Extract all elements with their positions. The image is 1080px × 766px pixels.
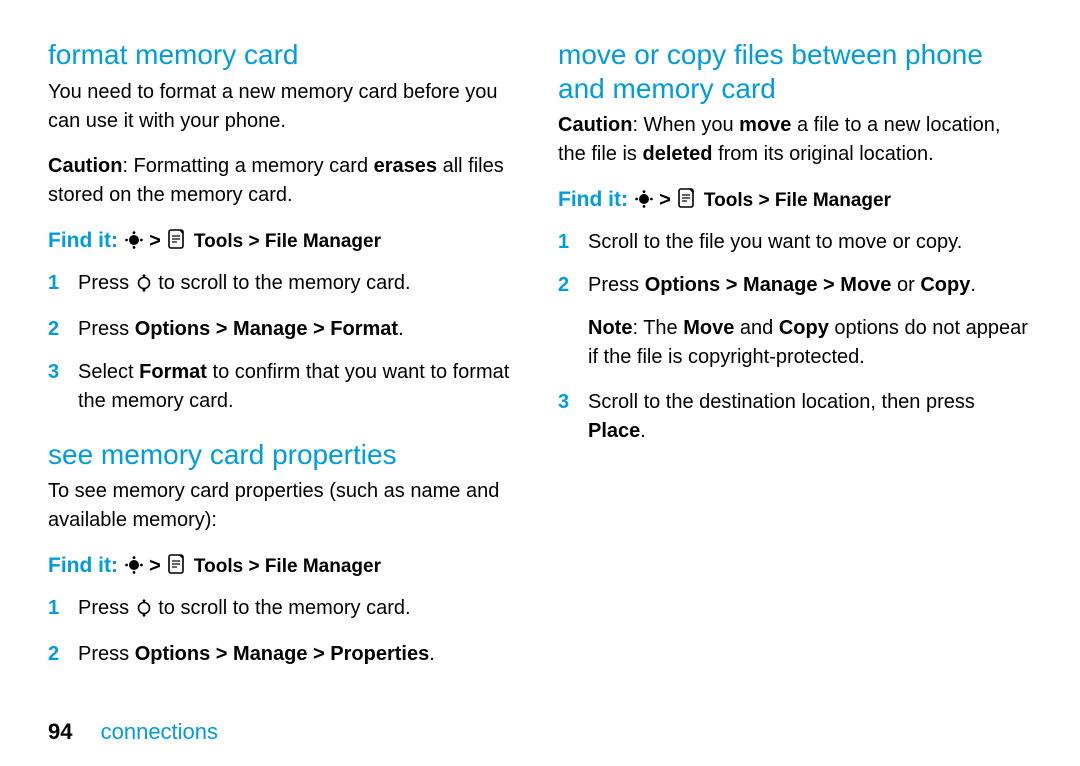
step-text-a: Scroll to the destination location, then… (588, 391, 975, 413)
caution-label: Caution (558, 114, 632, 136)
caution-text: Caution: Formatting a memory card erases… (48, 152, 522, 210)
nav-key-icon (634, 189, 654, 218)
step-text-b: to scroll to the memory card. (153, 272, 411, 294)
gt-symbol: > (149, 230, 161, 252)
document-icon (676, 187, 698, 218)
section-heading-move-copy: move or copy files between phone and mem… (558, 38, 1032, 105)
step-text: Scroll to the file you want to move or c… (588, 231, 962, 253)
step-text-a: Press (588, 274, 645, 296)
step-item: Press to scroll to the memory card. (48, 269, 522, 301)
note-a: : The (632, 317, 683, 339)
steps-list-move-copy: Scroll to the file you want to move or c… (558, 228, 1032, 446)
chapter-name: connections (101, 719, 218, 744)
step-text-e: . (970, 274, 976, 296)
caution-bold: erases (374, 155, 437, 177)
step-item: Press Options > Manage > Move or Copy. N… (558, 271, 1032, 372)
step-bold: Place (588, 420, 640, 442)
caution-text: Caution: When you move a file to a new l… (558, 111, 1032, 169)
document-icon (166, 228, 188, 259)
left-column: format memory card You need to format a … (30, 38, 540, 766)
step-item: Scroll to the file you want to move or c… (558, 228, 1032, 257)
nav-key-icon (124, 555, 144, 584)
section-heading-format: format memory card (48, 38, 522, 72)
find-it-line: Find it: > Tools > File Manager (48, 551, 522, 584)
step-item: Press Options > Manage > Format. (48, 315, 522, 344)
step-item: Select Format to confirm that you want t… (48, 358, 522, 416)
step-bold: Options > Manage > Properties (135, 643, 430, 665)
intro-text: To see memory card properties (such as n… (48, 477, 522, 535)
step-bold2: Copy (920, 274, 970, 296)
page-footer: 94 connections (48, 716, 218, 748)
step-bold: Format (139, 361, 207, 383)
section-heading-properties: see memory card properties (48, 438, 522, 472)
gt-symbol: > (149, 555, 161, 577)
step-item: Scroll to the destination location, then… (558, 388, 1032, 446)
caution-e: from its original location. (713, 143, 934, 165)
intro-text: You need to format a new memory card bef… (48, 78, 522, 136)
document-icon (166, 553, 188, 584)
page-number: 94 (48, 719, 72, 744)
step-text-c: . (398, 318, 404, 340)
nav-key-icon (124, 230, 144, 259)
caution-b: move (739, 114, 791, 136)
step-text-a: Press (78, 318, 135, 340)
step-item: Press Options > Manage > Properties. (48, 640, 522, 669)
note-c: and (734, 317, 778, 339)
step-text-a: Select (78, 361, 139, 383)
step-text-c: or (891, 274, 920, 296)
manual-page: format memory card You need to format a … (0, 0, 1080, 766)
gt-symbol: > (659, 189, 671, 211)
caution-d: deleted (642, 143, 712, 165)
note-text: Note: The Move and Copy options do not a… (588, 314, 1032, 372)
find-it-line: Find it: > Tools > File Manager (48, 226, 522, 259)
right-column: move or copy files between phone and mem… (540, 38, 1050, 766)
step-text-a: Press (78, 643, 135, 665)
step-bold: Options > Manage > Format (135, 318, 398, 340)
step-item: Press to scroll to the memory card. (48, 594, 522, 626)
find-it-label: Find it: (48, 229, 118, 252)
step-text-a: Press (78, 272, 135, 294)
scroll-key-icon (135, 272, 153, 301)
step-text-c: . (429, 643, 435, 665)
steps-list-properties: Press to scroll to the memory card. Pres… (48, 594, 522, 669)
note-b: Move (683, 317, 734, 339)
step-text-b: to scroll to the memory card. (153, 597, 411, 619)
caution-part-a: : Formatting a memory card (122, 155, 373, 177)
step-bold: Options > Manage > Move (645, 274, 892, 296)
step-text-a: Press (78, 597, 135, 619)
find-it-label: Find it: (48, 554, 118, 577)
find-it-path: Tools > File Manager (194, 231, 381, 252)
caution-a: : When you (632, 114, 739, 136)
step-text-c: . (640, 420, 646, 442)
find-it-line: Find it: > Tools > File Manager (558, 185, 1032, 218)
steps-list-format: Press to scroll to the memory card. Pres… (48, 269, 522, 416)
note-d: Copy (779, 317, 829, 339)
find-it-label: Find it: (558, 188, 628, 211)
note-label: Note (588, 317, 632, 339)
scroll-key-icon (135, 597, 153, 626)
caution-label: Caution (48, 155, 122, 177)
find-it-path: Tools > File Manager (194, 556, 381, 577)
find-it-path: Tools > File Manager (704, 190, 891, 211)
